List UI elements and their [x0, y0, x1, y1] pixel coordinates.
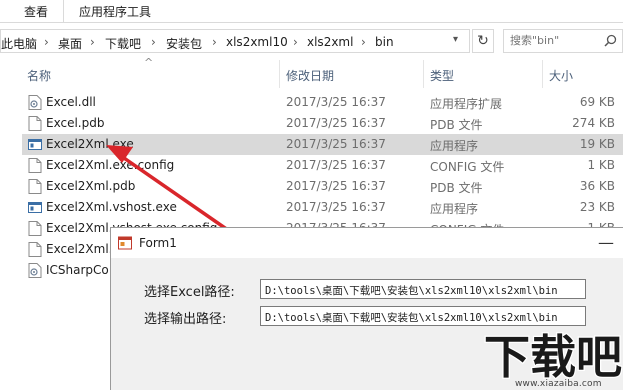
svg-text:下载吧: 下载吧 [484, 330, 622, 381]
close-icon[interactable]: — [598, 233, 614, 252]
output-path-field[interactable]: D:\tools\桌面\下载吧\安装包\xls2xml10\xls2xml\bi… [260, 306, 586, 326]
watermark-url: www.xiazaiba.com [515, 379, 602, 389]
excel-path-label: 选择Excel路径: [144, 285, 235, 300]
arrow-shaft [122, 156, 240, 239]
output-path-label: 选择输出路径: [144, 312, 227, 327]
form1-title-bar[interactable]: Form1 — [111, 228, 623, 258]
app-window-icon [118, 236, 132, 250]
watermark-logo: 下载吧 [483, 329, 623, 381]
form1-title: Form1 [139, 236, 177, 250]
excel-path-field[interactable]: D:\tools\桌面\下载吧\安装包\xls2xml10\xls2xml\bi… [260, 279, 586, 299]
